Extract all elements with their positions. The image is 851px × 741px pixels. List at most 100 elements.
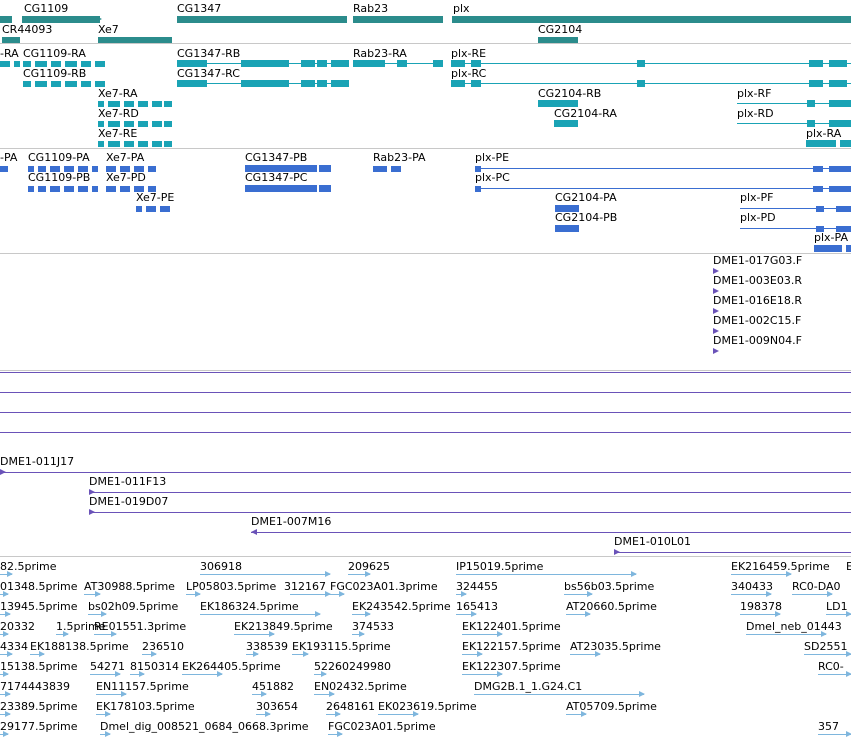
transcript-exon[interactable] bbox=[829, 60, 847, 67]
protein-exon[interactable] bbox=[846, 245, 851, 252]
transcript-exon[interactable] bbox=[538, 100, 578, 107]
transcript-exon[interactable] bbox=[65, 80, 77, 87]
transcript-exon[interactable] bbox=[23, 60, 31, 67]
transcript-exon[interactable] bbox=[809, 80, 823, 87]
transcript-exon[interactable] bbox=[108, 140, 120, 147]
protein-exon[interactable] bbox=[120, 185, 130, 192]
transcript-exon[interactable] bbox=[241, 80, 289, 87]
gene-feature[interactable] bbox=[2, 37, 20, 43]
gene-feature[interactable] bbox=[538, 37, 578, 43]
protein-intron[interactable] bbox=[475, 188, 851, 189]
est-feature[interactable] bbox=[731, 574, 791, 575]
transcript-exon[interactable] bbox=[108, 100, 120, 107]
transcript-exon[interactable] bbox=[807, 120, 815, 127]
transcript-exon[interactable] bbox=[317, 60, 327, 67]
transcript-exon[interactable] bbox=[829, 120, 851, 127]
clone-span[interactable] bbox=[0, 432, 851, 433]
transcript-exon[interactable] bbox=[809, 60, 823, 67]
transcript-exon[interactable] bbox=[451, 60, 465, 67]
transcript-exon[interactable] bbox=[51, 60, 61, 67]
transcript-exon[interactable] bbox=[124, 100, 134, 107]
protein-exon[interactable] bbox=[814, 245, 842, 252]
transcript-exon[interactable] bbox=[471, 80, 481, 87]
clone-span[interactable] bbox=[251, 532, 851, 533]
protein-exon[interactable] bbox=[28, 185, 34, 192]
protein-exon[interactable] bbox=[92, 185, 98, 192]
transcript-exon[interactable] bbox=[152, 100, 162, 107]
transcript-exon[interactable] bbox=[177, 80, 207, 87]
protein-exon[interactable] bbox=[50, 185, 60, 192]
protein-exon[interactable] bbox=[148, 165, 156, 172]
protein-exon[interactable] bbox=[373, 165, 387, 172]
transcript-exon[interactable] bbox=[397, 60, 407, 67]
transcript-exon[interactable] bbox=[152, 120, 162, 127]
protein-exon[interactable] bbox=[38, 185, 46, 192]
est-feature[interactable] bbox=[462, 674, 502, 675]
protein-exon[interactable] bbox=[555, 225, 579, 232]
est-feature[interactable] bbox=[456, 574, 636, 575]
transcript-exon[interactable] bbox=[14, 60, 20, 67]
protein-intron[interactable] bbox=[475, 168, 851, 169]
clone-span[interactable] bbox=[0, 392, 851, 393]
protein-exon[interactable] bbox=[813, 165, 823, 172]
est-feature[interactable] bbox=[182, 674, 222, 675]
transcript-exon[interactable] bbox=[301, 80, 315, 87]
transcript-exon[interactable] bbox=[637, 80, 645, 87]
est-feature[interactable] bbox=[200, 614, 320, 615]
transcript-intron[interactable] bbox=[451, 83, 851, 84]
gene-feature[interactable] bbox=[0, 16, 12, 23]
transcript-exon[interactable] bbox=[81, 80, 91, 87]
protein-exon[interactable] bbox=[64, 185, 74, 192]
transcript-exon[interactable] bbox=[138, 100, 148, 107]
protein-exon[interactable] bbox=[92, 165, 98, 172]
est-feature[interactable] bbox=[462, 634, 502, 635]
transcript-exon[interactable] bbox=[138, 120, 148, 127]
transcript-exon[interactable] bbox=[65, 60, 77, 67]
protein-exon[interactable] bbox=[146, 205, 156, 212]
transcript-exon[interactable] bbox=[433, 60, 443, 67]
transcript-exon[interactable] bbox=[331, 80, 349, 87]
est-feature[interactable] bbox=[290, 594, 330, 595]
gene-feature[interactable] bbox=[98, 37, 172, 43]
transcript-exon[interactable] bbox=[637, 60, 645, 67]
transcript-exon[interactable] bbox=[829, 80, 847, 87]
est-feature[interactable] bbox=[804, 654, 851, 655]
transcript-exon[interactable] bbox=[331, 60, 349, 67]
gene-feature[interactable] bbox=[353, 16, 443, 23]
transcript-exon[interactable] bbox=[138, 140, 148, 147]
transcript-exon[interactable] bbox=[164, 120, 172, 127]
protein-exon[interactable] bbox=[78, 185, 88, 192]
protein-exon[interactable] bbox=[245, 185, 317, 192]
transcript-exon[interactable] bbox=[177, 60, 207, 67]
protein-exon[interactable] bbox=[136, 205, 142, 212]
transcript-exon[interactable] bbox=[124, 120, 134, 127]
transcript-exon[interactable] bbox=[554, 120, 578, 127]
protein-exon[interactable] bbox=[106, 185, 116, 192]
transcript-exon[interactable] bbox=[98, 140, 104, 147]
transcript-exon[interactable] bbox=[35, 60, 47, 67]
clone-span[interactable] bbox=[614, 552, 851, 553]
protein-exon[interactable] bbox=[160, 205, 170, 212]
protein-exon[interactable] bbox=[319, 185, 331, 192]
transcript-exon[interactable] bbox=[0, 60, 10, 67]
protein-intron[interactable] bbox=[740, 208, 851, 209]
transcript-exon[interactable] bbox=[95, 60, 105, 67]
transcript-exon[interactable] bbox=[807, 100, 815, 107]
gene-feature[interactable] bbox=[177, 16, 347, 23]
protein-exon[interactable] bbox=[813, 185, 823, 192]
transcript-exon[interactable] bbox=[23, 80, 31, 87]
est-feature[interactable] bbox=[740, 614, 780, 615]
transcript-exon[interactable] bbox=[471, 60, 481, 67]
gene-feature[interactable] bbox=[22, 16, 100, 23]
transcript-exon[interactable] bbox=[301, 60, 315, 67]
est-feature[interactable] bbox=[378, 714, 418, 715]
protein-exon[interactable] bbox=[836, 205, 851, 212]
transcript-exon[interactable] bbox=[98, 120, 104, 127]
transcript-exon[interactable] bbox=[35, 80, 47, 87]
transcript-exon[interactable] bbox=[95, 80, 105, 87]
transcript-exon[interactable] bbox=[164, 140, 172, 147]
est-feature[interactable] bbox=[200, 574, 330, 575]
protein-exon[interactable] bbox=[391, 165, 401, 172]
est-feature[interactable] bbox=[234, 634, 274, 635]
transcript-exon[interactable] bbox=[353, 60, 385, 67]
